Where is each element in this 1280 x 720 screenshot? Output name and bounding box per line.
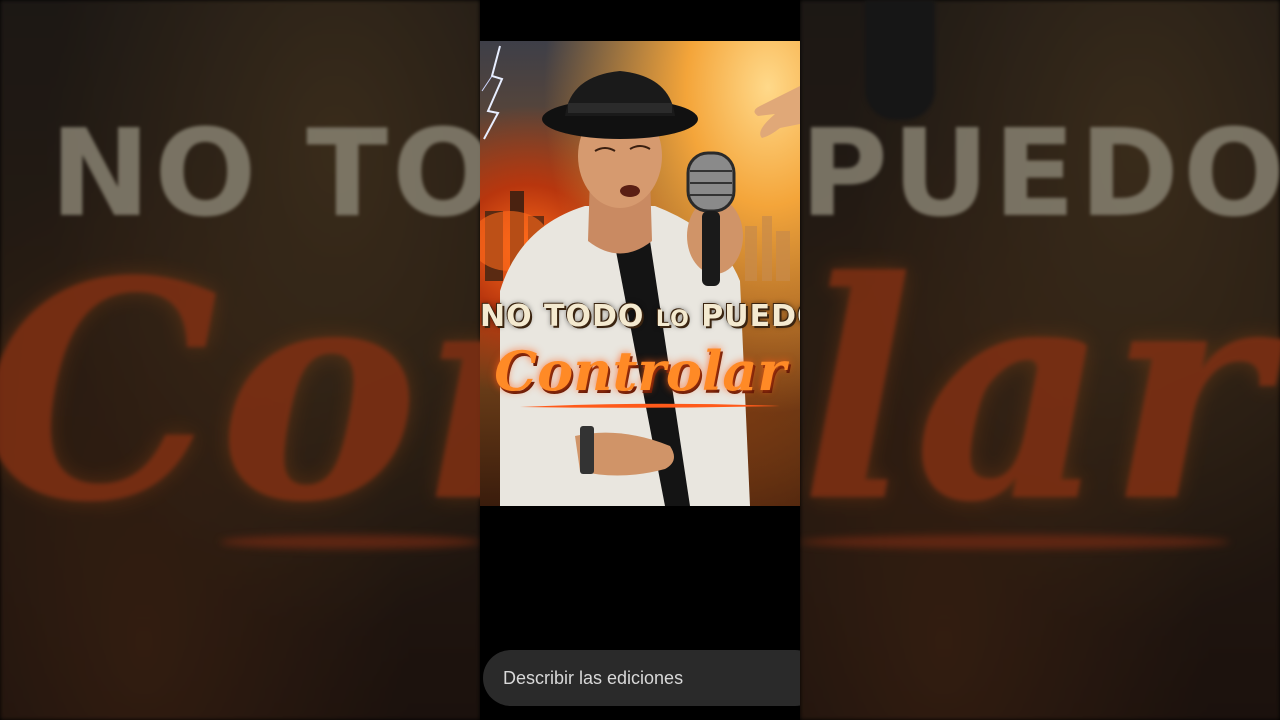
poster-title-line1: NO TODO LO PUEDO: [480, 299, 800, 334]
poster-title-line2: Controlar: [494, 339, 786, 403]
poster-title-no-todo: NO TODO: [480, 299, 656, 334]
describe-edits-input[interactable]: Describir las ediciones: [483, 650, 800, 706]
backdrop-left: NO TOD Con: [0, 0, 480, 720]
describe-edits-placeholder: Describir las ediciones: [503, 667, 684, 688]
poster-title-puedo: PUEDO: [701, 299, 800, 334]
microphone-graphic: [686, 151, 736, 286]
edit-bar-container: Describir las ediciones: [480, 640, 800, 720]
poster-title-lo: LO: [655, 307, 690, 332]
singer-graphic: [500, 71, 750, 506]
content-column: NO TODO LO PUEDO Controlar Describir las…: [480, 0, 800, 720]
backdrop-left-dim: [0, 0, 480, 720]
title-swoosh-graphic: [520, 403, 780, 408]
poster-image[interactable]: NO TODO LO PUEDO Controlar: [480, 41, 800, 506]
backdrop-right: PUEDO lar: [800, 0, 1280, 720]
backdrop-right-dim: [800, 0, 1280, 720]
